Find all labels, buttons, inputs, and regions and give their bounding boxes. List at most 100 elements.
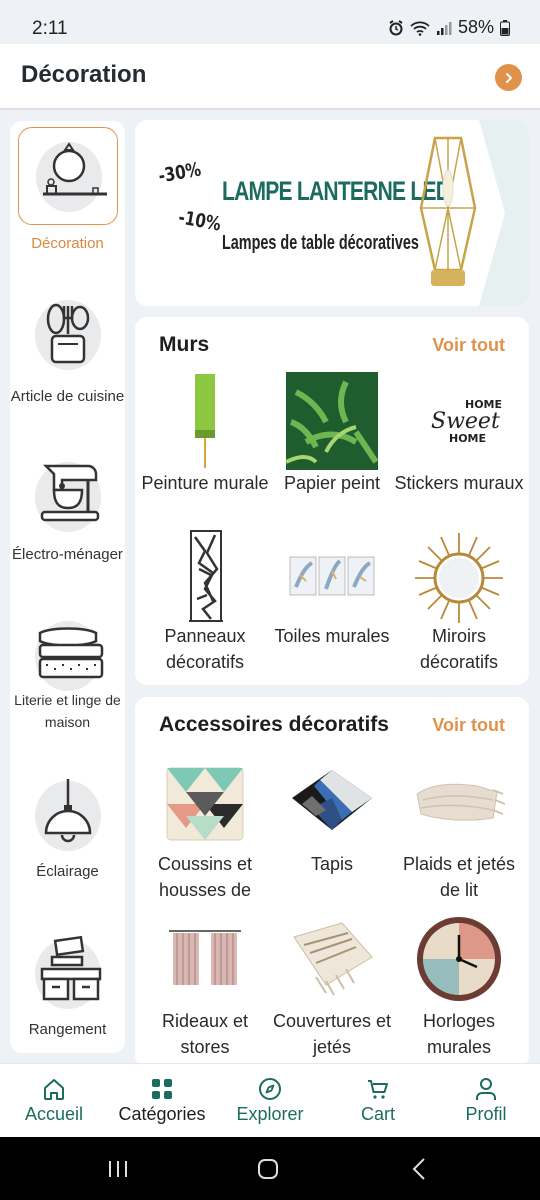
nav-label: Cart	[360, 1104, 395, 1124]
cart-icon	[368, 1080, 388, 1099]
subcategory-rugs[interactable]: Tapis	[266, 760, 398, 900]
compass-icon	[259, 1078, 281, 1100]
subcategory-label: Toiles murales	[274, 626, 390, 646]
panel-image	[189, 530, 223, 622]
nav-label: Accueil	[24, 1104, 84, 1124]
sidebar-icon-box	[18, 286, 118, 384]
subcategory-wall-stickers[interactable]: HOME Sweet HOME Stickers muraux	[393, 372, 525, 522]
sidebar-item-lighting[interactable]: Éclairage	[10, 767, 125, 897]
sidebar-icon-box	[18, 127, 118, 225]
sidebar-item-bedding[interactable]: Literie et linge de maison	[10, 607, 125, 747]
subcategory-label: Papier peint	[283, 473, 381, 493]
sidebar-icon-box	[18, 925, 118, 1023]
paint-roller-image	[195, 374, 215, 468]
subcategory-label: Tapis	[310, 854, 354, 874]
wallpaper-image	[286, 372, 378, 470]
curtains-image	[169, 930, 241, 985]
page-title: Décoration	[21, 61, 147, 88]
subcategory-label: Miroirs décoratifs	[419, 626, 499, 672]
status-bar: 2:11 58%	[0, 0, 540, 44]
subcategory-wall-paint[interactable]: Peinture murale	[139, 372, 271, 522]
subcategory-curtains[interactable]: Rideaux et stores	[139, 917, 271, 1057]
grid-icon	[152, 1079, 172, 1099]
sidebar-item-appliances[interactable]: Électro-ménager	[10, 448, 125, 598]
canvas-set-image	[289, 556, 375, 596]
category-sidebar: Décoration Article de cuisine Électro-mé…	[10, 121, 125, 1053]
nav-categories[interactable]: Catégories	[108, 1064, 216, 1138]
sidebar-item-label: Article de cuisine	[10, 388, 125, 405]
sidebar-item-label: Rangement	[28, 1021, 107, 1038]
back-icon[interactable]	[408, 1157, 432, 1181]
subcategory-wall-clocks[interactable]: Horloges murales	[393, 917, 525, 1057]
sidebar-item-storage[interactable]: Rangement	[10, 925, 125, 1049]
pendant-lamp-icon	[44, 779, 92, 843]
subcategory-label: Rideaux et stores	[161, 1011, 249, 1057]
nav-label: Catégories	[118, 1104, 206, 1124]
sidebar-item-decoration[interactable]: Décoration	[10, 127, 125, 255]
subcategory-decorative-panels[interactable]: Panneaux décoratifs	[139, 529, 271, 679]
nav-profile[interactable]: Profil	[432, 1064, 540, 1138]
wifi-icon	[410, 21, 430, 36]
bedding-icon	[38, 627, 104, 679]
section-title: Accessoires décoratifs	[159, 713, 389, 736]
see-all-link[interactable]: Voir tout	[432, 335, 505, 356]
subcategory-label: Couvertures et jetés	[272, 1011, 392, 1057]
subcategory-throws[interactable]: Plaids et jetés de lit	[393, 760, 525, 900]
nav-explore[interactable]: Explorer	[216, 1064, 324, 1138]
subcategory-decorative-mirrors[interactable]: Miroirs décoratifs	[393, 529, 525, 679]
utensils-icon	[46, 303, 90, 364]
section-walls: Murs Voir tout Peinture murale Papier pe…	[135, 317, 529, 685]
nav-home[interactable]: Accueil	[0, 1064, 108, 1138]
subcategory-label: Panneaux décoratifs	[164, 626, 246, 672]
subcategory-cushions[interactable]: Coussins et housses de	[139, 760, 271, 900]
signal-icon	[436, 21, 452, 35]
chevron-right-icon	[505, 72, 512, 83]
sticker-text-sweet: Sweet	[431, 409, 500, 434]
subcategory-wall-canvas[interactable]: Toiles murales	[266, 529, 398, 679]
alarm-icon	[389, 19, 403, 35]
nav-label: Profil	[465, 1104, 507, 1124]
section-title: Murs	[159, 333, 210, 356]
home-button-icon[interactable]	[256, 1157, 280, 1181]
sun-mirror-image	[415, 533, 503, 623]
subcategory-blankets[interactable]: Couvertures et jetés	[266, 917, 398, 1057]
subcategory-wallpaper[interactable]: Papier peint	[266, 372, 398, 522]
mirror-icon	[43, 142, 107, 196]
throw-blanket-image	[416, 783, 505, 821]
user-icon	[476, 1078, 496, 1100]
promo-banner[interactable]: -30% -10% LAMPE LANTERNE LED Lampes de t…	[135, 120, 529, 306]
bottom-navigation: Accueil Catégories Explorer Cart Profil	[0, 1063, 540, 1137]
subcategory-label: Coussins et housses de	[157, 854, 253, 900]
home-icon	[44, 1079, 64, 1100]
section-decor-accessories: Accessoires décoratifs Voir tout Coussin…	[135, 697, 529, 1067]
sidebar-item-label: Électro-ménager	[12, 546, 123, 563]
sidebar-icon-box	[18, 767, 118, 865]
cushion-image	[166, 767, 244, 841]
nav-label: Explorer	[236, 1104, 304, 1124]
nav-cart[interactable]: Cart	[324, 1064, 432, 1138]
subcategory-label: Peinture murale	[141, 473, 269, 493]
status-time: 2:11	[32, 18, 68, 39]
sticker-text-home-2: HOME	[449, 432, 486, 445]
blanket-image	[293, 922, 373, 996]
subcategory-label: Horloges murales	[422, 1011, 496, 1057]
lantern-lamp-image	[419, 136, 477, 286]
sidebar-item-label: Décoration	[31, 235, 104, 252]
stand-mixer-icon	[40, 464, 100, 522]
header-forward-button[interactable]	[495, 64, 522, 91]
system-navigation-bar	[0, 1137, 540, 1200]
status-icons: 58%	[388, 17, 510, 38]
see-all-link[interactable]: Voir tout	[432, 715, 505, 736]
battery-icon	[500, 19, 510, 36]
rug-image	[292, 770, 372, 830]
subcategory-label: Plaids et jetés de lit	[402, 854, 516, 900]
sidebar-item-kitchen[interactable]: Article de cuisine	[10, 286, 125, 436]
recent-apps-icon[interactable]	[106, 1157, 130, 1181]
battery-percent: 58%	[457, 17, 494, 37]
sidebar-icon-box	[18, 448, 118, 546]
wall-clock-image	[417, 917, 501, 1001]
sticker-image: HOME Sweet HOME	[431, 398, 502, 445]
banner-subtitle: Lampes de table décoratives	[222, 232, 419, 254]
sidebar-item-label: Éclairage	[36, 863, 99, 880]
sidebar-item-label: Literie et linge de maison	[14, 692, 121, 730]
